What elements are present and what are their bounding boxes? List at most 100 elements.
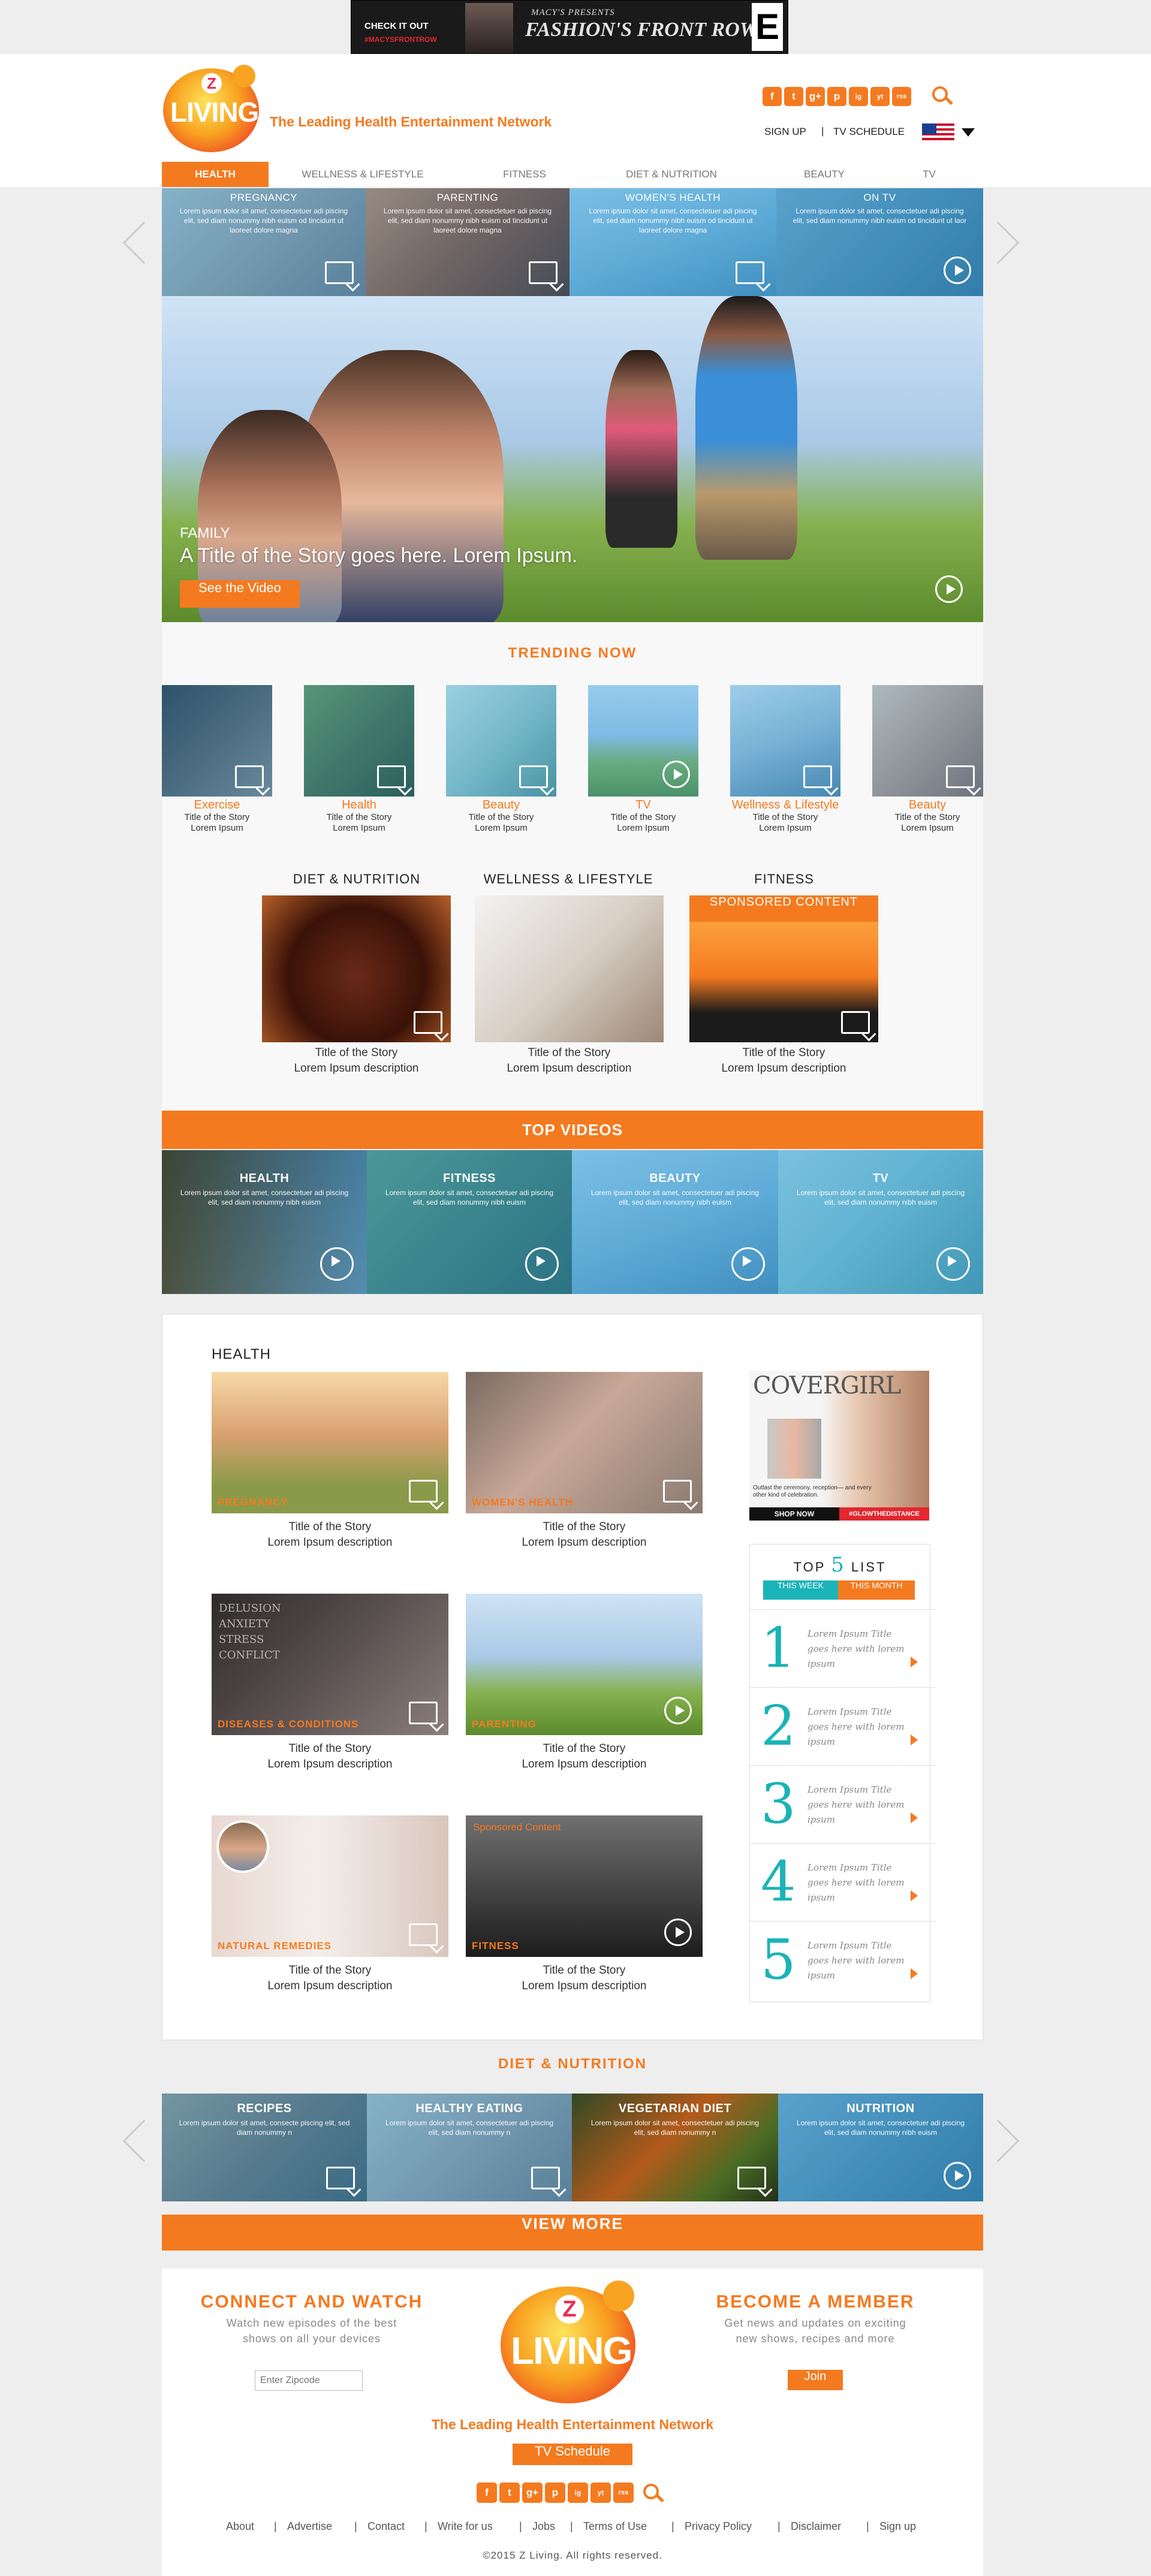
footer-link-terms[interactable]: Terms of Use — [583, 2520, 647, 2533]
hero-tab-womens-health[interactable]: WOMEN'S HEALTH Lorem ipsum dolor sit amet… — [570, 188, 776, 296]
twitter-icon[interactable]: t — [499, 2483, 520, 2503]
nav-item-tv[interactable]: TV — [905, 162, 953, 187]
top5-item[interactable]: 3 Lorem Ipsum Title goes here with lorem … — [750, 1765, 936, 1843]
sidebar-ad[interactable]: COVERGIRL Outlast the ceremony, receptio… — [749, 1371, 929, 1521]
nav-item-diet-nutrition[interactable]: DIET & NUTRITION — [605, 162, 737, 187]
hero-prev-arrow[interactable] — [122, 221, 165, 264]
trending-title-text[interactable]: Title of the Story — [583, 812, 703, 823]
feature-caption[interactable]: Title of the Story Lorem Ipsum descriptio… — [475, 1045, 664, 1076]
footer-link-privacy[interactable]: Privacy Policy — [685, 2520, 752, 2533]
country-dropdown-chevron-down-icon[interactable] — [962, 128, 975, 137]
top-video-health[interactable]: HEALTH Lorem ipsum dolor sit amet, consec… — [162, 1150, 367, 1294]
top5-item[interactable]: 5 Lorem Ipsum Title goes here with lorem … — [750, 1921, 936, 1999]
hero-cta-button[interactable]: See the Video — [180, 580, 300, 608]
hero-image[interactable]: FAMILY A Title of the Story goes here. L… — [162, 296, 983, 622]
trending-thumb[interactable] — [730, 685, 840, 797]
ad-shop-now-button[interactable]: SHOP NOW — [749, 1507, 839, 1521]
nav-item-beauty[interactable]: BEAUTY — [785, 162, 863, 187]
tab-this-month[interactable]: THIS MONTH — [838, 1580, 915, 1600]
hero-tab-parenting[interactable]: PARENTING Lorem ipsum dolor sit amet, con… — [366, 188, 570, 296]
health-card-image[interactable]: NATURAL REMEDIES — [212, 1815, 448, 1957]
health-card-caption[interactable]: Title of the Story Lorem Ipsum descriptio… — [212, 1741, 448, 1772]
nav-item-wellness-lifestyle[interactable]: WELLNESS & LIFESTYLE — [282, 162, 444, 187]
diet-prev-arrow[interactable] — [122, 2119, 165, 2162]
join-button[interactable]: Join — [788, 2370, 843, 2390]
diet-tile-healthy-eating[interactable]: HEALTHY EATING Lorem ipsum dolor sit amet… — [367, 2094, 572, 2201]
rss-icon[interactable]: rss — [613, 2483, 634, 2503]
diet-tile-recipes[interactable]: RECIPES Lorem ipsum dolor sit amet, conse… — [162, 2094, 367, 2201]
rss-icon[interactable]: rss — [892, 87, 911, 106]
google-plus-icon[interactable]: g+ — [806, 87, 825, 106]
pinterest-icon[interactable]: p — [827, 87, 846, 106]
health-card-caption[interactable]: Title of the Story Lorem Ipsum descriptio… — [466, 1519, 703, 1551]
footer-link-write-for-us[interactable]: Write for us — [438, 2520, 493, 2533]
youtube-icon[interactable]: yt — [870, 87, 890, 106]
health-card-image[interactable]: PREGNANCY — [212, 1372, 448, 1513]
trending-thumb[interactable] — [162, 685, 272, 797]
trending-title-text[interactable]: Title of the Story — [867, 812, 987, 823]
youtube-icon[interactable]: yt — [590, 2483, 611, 2503]
footer-link-disclaimer[interactable]: Disclaimer — [791, 2520, 841, 2533]
trending-category[interactable]: TV — [583, 798, 703, 812]
twitter-icon[interactable]: t — [784, 87, 803, 106]
site-logo[interactable]: Z LIVING — [162, 65, 264, 155]
footer-link-sign-up[interactable]: Sign up — [879, 2520, 916, 2533]
trending-thumb[interactable] — [446, 685, 556, 797]
top-video-fitness[interactable]: FITNESS Lorem ipsum dolor sit amet, conse… — [367, 1150, 572, 1294]
health-card-image[interactable]: PARENTING — [466, 1594, 703, 1735]
trending-category[interactable]: Wellness & Lifestyle — [713, 798, 857, 812]
instagram-icon[interactable]: ig — [568, 2483, 588, 2503]
diet-next-arrow[interactable] — [977, 2119, 1020, 2162]
sign-up-link[interactable]: SIGN UP — [764, 126, 806, 138]
trending-title-text[interactable]: Title of the Story — [157, 812, 277, 823]
hero-tab-pregnancy[interactable]: PREGNANCY Lorem ipsum dolor sit amet, con… — [162, 188, 366, 296]
health-card-caption[interactable]: Title of the Story Lorem Ipsum descriptio… — [466, 1741, 703, 1772]
tab-this-week[interactable]: THIS WEEK — [763, 1580, 838, 1600]
diet-tile-vegetarian[interactable]: VEGETARIAN DIET Lorem ipsum dolor sit ame… — [572, 2094, 778, 2201]
zipcode-input[interactable] — [255, 2370, 363, 2391]
top5-item[interactable]: 1 Lorem Ipsum Title goes here with lorem … — [750, 1609, 936, 1687]
trending-category[interactable]: Beauty — [441, 798, 561, 812]
top5-item[interactable]: 4 Lorem Ipsum Title goes here with lorem … — [750, 1843, 936, 1921]
trending-title-text[interactable]: Title of the Story — [299, 812, 419, 823]
health-card-caption[interactable]: Title of the Story Lorem Ipsum descriptio… — [212, 1963, 448, 1994]
view-more-button[interactable]: VIEW MORE — [162, 2215, 983, 2251]
top-video-tv[interactable]: TV Lorem ipsum dolor sit amet, consectetu… — [778, 1150, 983, 1294]
trending-title-text[interactable]: Title of the Story — [713, 812, 857, 823]
trending-title-text[interactable]: Title of the Story — [441, 812, 561, 823]
google-plus-icon[interactable]: g+ — [522, 2483, 543, 2503]
tv-schedule-link[interactable]: TV SCHEDULE — [833, 126, 905, 138]
trending-thumb[interactable] — [872, 685, 983, 797]
instagram-icon[interactable]: ig — [849, 87, 868, 106]
footer-tv-schedule-button[interactable]: TV Schedule — [513, 2444, 632, 2465]
hero-next-arrow[interactable] — [977, 221, 1020, 264]
health-card-caption[interactable]: Title of the Story Lorem Ipsum descriptio… — [212, 1519, 448, 1551]
feature-image-diet[interactable] — [262, 895, 451, 1042]
footer-link-about[interactable]: About — [226, 2520, 254, 2533]
feature-caption[interactable]: Title of the Story Lorem Ipsum descriptio… — [262, 1045, 451, 1076]
footer-logo[interactable]: Z LIVING — [498, 2281, 647, 2406]
trending-category[interactable]: Beauty — [867, 798, 987, 812]
health-card-image[interactable]: WOMEN'S HEALTH — [466, 1372, 703, 1513]
feature-image-wellness[interactable] — [475, 895, 664, 1042]
feature-caption[interactable]: Title of the Story Lorem Ipsum descriptio… — [689, 1045, 878, 1076]
health-card-image[interactable]: DELUSION ANXIETY STRESS CONFLICT DISEASE… — [212, 1594, 448, 1735]
footer-link-contact[interactable]: Contact — [367, 2520, 405, 2533]
top5-item[interactable]: 2 Lorem Ipsum Title goes here with lorem … — [750, 1687, 936, 1765]
trending-thumb[interactable] — [588, 685, 698, 797]
facebook-icon[interactable]: f — [763, 87, 782, 106]
pinterest-icon[interactable]: p — [545, 2483, 565, 2503]
hero-tab-on-tv[interactable]: ON TV Lorem ipsum dolor sit amet, consect… — [776, 188, 983, 296]
diet-tile-nutrition[interactable]: NUTRITION Lorem ipsum dolor sit amet, con… — [778, 2094, 983, 2201]
country-flag-icon[interactable] — [922, 123, 954, 143]
top-video-beauty[interactable]: BEAUTY Lorem ipsum dolor sit amet, consec… — [572, 1150, 778, 1294]
top-banner-ad[interactable]: CHECK IT OUT #MACYSFRONTROW MACY'S PRESE… — [351, 0, 788, 54]
health-card-caption[interactable]: Title of the Story Lorem Ipsum descriptio… — [466, 1963, 703, 1994]
hero-play-icon[interactable] — [935, 575, 963, 603]
footer-link-advertise[interactable]: Advertise — [287, 2520, 332, 2533]
trending-category[interactable]: Health — [299, 798, 419, 812]
footer-link-jobs[interactable]: Jobs — [532, 2520, 555, 2533]
nav-item-health[interactable]: HEALTH — [162, 162, 269, 187]
trending-category[interactable]: Exercise — [157, 798, 277, 812]
health-card-image[interactable]: Sponsored Content FITNESS — [466, 1815, 703, 1957]
